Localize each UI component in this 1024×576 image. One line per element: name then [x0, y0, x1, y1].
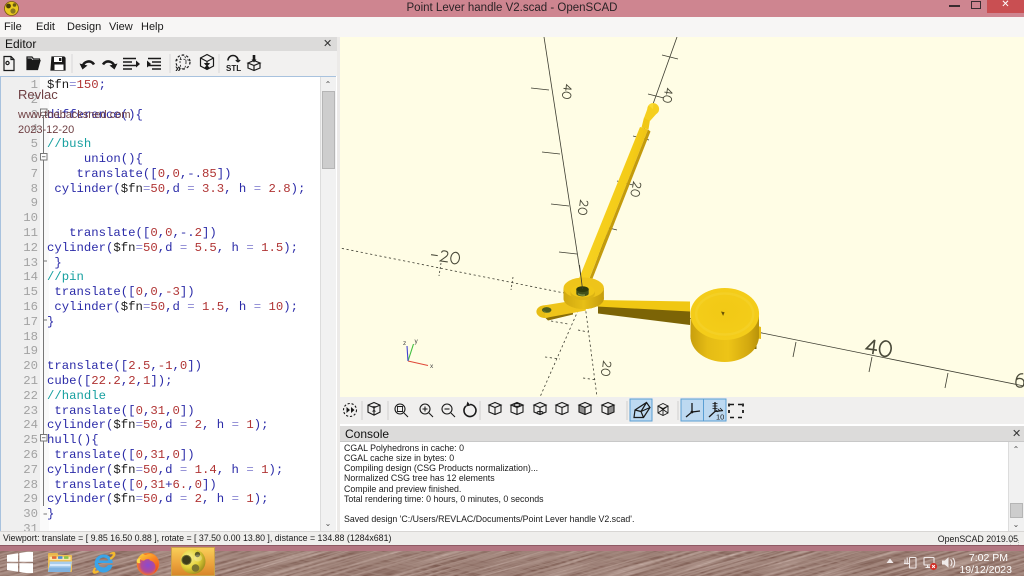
- svg-text:y: y: [415, 338, 419, 345]
- svg-text:»: »: [175, 63, 181, 75]
- svg-text:STL: STL: [226, 64, 241, 73]
- svg-text:x: x: [430, 363, 434, 370]
- svg-text:10: 10: [716, 413, 724, 422]
- svg-text:z: z: [403, 340, 406, 347]
